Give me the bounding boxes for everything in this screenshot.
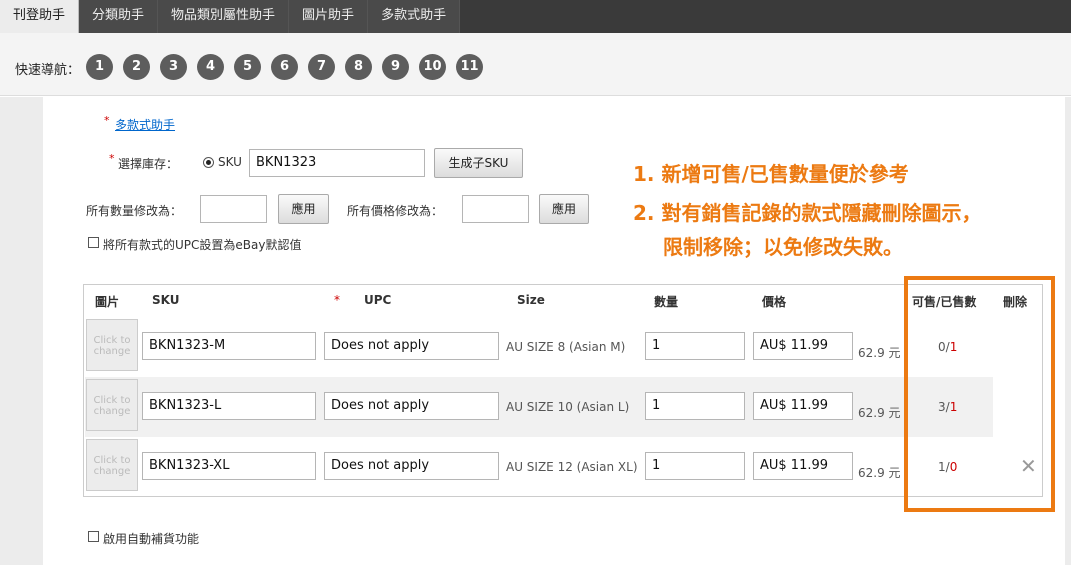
header-size: Size xyxy=(517,293,545,307)
header-image: 圖片 xyxy=(95,295,120,309)
header-sku: SKU xyxy=(152,293,180,307)
variation-upc-input[interactable]: Does not apply xyxy=(324,392,499,420)
auto-restock-checkbox-label: 啟用自動補貨功能 xyxy=(103,532,200,546)
quick-nav-bar: 快速導航： 1 2 3 4 5 6 7 8 9 10 11 xyxy=(0,33,1071,96)
quick-nav-step-1[interactable]: 1 xyxy=(86,54,113,80)
quick-nav-step-2[interactable]: 2 xyxy=(123,54,150,80)
all-quantity-label: 所有數量修改為： xyxy=(86,204,183,218)
auto-restock-checkbox[interactable] xyxy=(88,531,99,542)
quick-nav-step-9[interactable]: 9 xyxy=(382,54,409,80)
upc-default-checkbox[interactable] xyxy=(88,237,99,248)
variation-image-placeholder[interactable]: Click to change xyxy=(86,379,138,431)
tab-item-specifics-assistant[interactable]: 物品類別屬性助手 xyxy=(158,0,290,33)
tab-multi-variation-assistant[interactable]: 多款式助手 xyxy=(368,0,461,33)
variation-sku-input[interactable]: BKN1323-XL xyxy=(142,452,316,480)
sku-radio[interactable] xyxy=(203,157,214,168)
annotation-highlight-box xyxy=(904,276,1055,512)
quick-nav-step-8[interactable]: 8 xyxy=(345,54,372,80)
variation-size: AU SIZE 12 (Asian XL) xyxy=(506,460,638,474)
all-price-label: 所有價格修改為： xyxy=(347,204,444,218)
variation-size: AU SIZE 10 (Asian L) xyxy=(506,400,630,414)
annotation-line-2: 2. 對有銷售記錄的款式隱藏刪除圖示， xyxy=(633,201,982,225)
quick-nav-step-3[interactable]: 3 xyxy=(160,54,187,80)
variation-quantity-input[interactable]: 1 xyxy=(645,392,745,420)
tab-image-assistant[interactable]: 圖片助手 xyxy=(289,0,369,33)
tab-listing-assistant[interactable]: 刊登助手 xyxy=(0,0,80,33)
all-price-input[interactable] xyxy=(462,195,529,223)
sku-radio-label: SKU xyxy=(218,155,242,169)
variation-rmb-price: 62.9 元 xyxy=(858,346,901,360)
select-stock-label: 選擇庫存： xyxy=(118,157,179,171)
variation-quantity-input[interactable]: 1 xyxy=(645,332,745,360)
variation-size: AU SIZE 8 (Asian M) xyxy=(506,340,626,354)
right-gutter xyxy=(1065,97,1071,565)
variation-rmb-price: 62.9 元 xyxy=(858,466,901,480)
annotation-line-1: 1. 新增可售/已售數量便於參考 xyxy=(633,162,909,186)
quick-nav-step-5[interactable]: 5 xyxy=(234,54,261,80)
quick-nav-step-4[interactable]: 4 xyxy=(197,54,224,80)
variation-sku-input[interactable]: BKN1323-M xyxy=(142,332,316,360)
generate-child-sku-button[interactable]: 生成子SKU xyxy=(434,148,523,178)
quick-nav-step-6[interactable]: 6 xyxy=(271,54,298,80)
variation-image-placeholder[interactable]: Click to change xyxy=(86,319,138,371)
header-upc-required-mark: * xyxy=(334,293,340,307)
quick-nav-step-10[interactable]: 10 xyxy=(419,54,446,80)
left-gutter xyxy=(0,97,43,565)
variation-image-placeholder[interactable]: Click to change xyxy=(86,439,138,491)
variation-sku-input[interactable]: BKN1323-L xyxy=(142,392,316,420)
multi-variation-assistant-link[interactable]: 多款式助手 xyxy=(115,116,175,133)
quick-nav-step-11[interactable]: 11 xyxy=(456,54,483,80)
variations-table: 圖片 SKU * UPC Size 數量 價格 可售/已售數 刪除 Click … xyxy=(83,284,1043,497)
variation-price-input[interactable]: AU$ 11.99 xyxy=(753,392,853,420)
header-upc: UPC xyxy=(364,293,392,307)
parent-sku-input[interactable]: BKN1323 xyxy=(249,149,425,177)
upc-default-checkbox-label: 將所有款式的UPC設置為eBay默認值 xyxy=(103,238,302,252)
variation-rmb-price: 62.9 元 xyxy=(858,406,901,420)
quick-nav-step-7[interactable]: 7 xyxy=(308,54,335,80)
apply-quantity-button[interactable]: 應用 xyxy=(278,194,329,224)
required-mark: * xyxy=(104,114,110,127)
header-price: 價格 xyxy=(762,295,787,309)
tab-category-assistant[interactable]: 分類助手 xyxy=(79,0,159,33)
quick-nav-label: 快速導航： xyxy=(15,63,81,78)
variation-price-input[interactable]: AU$ 11.99 xyxy=(753,332,853,360)
all-quantity-input[interactable] xyxy=(200,195,267,223)
variation-price-input[interactable]: AU$ 11.99 xyxy=(753,452,853,480)
top-tab-bar: 刊登助手 分類助手 物品類別屬性助手 圖片助手 多款式助手 xyxy=(0,0,1071,33)
variation-upc-input[interactable]: Does not apply xyxy=(324,452,499,480)
required-mark: * xyxy=(109,152,115,165)
apply-price-button[interactable]: 應用 xyxy=(539,194,589,224)
header-quantity: 數量 xyxy=(654,295,679,309)
variation-upc-input[interactable]: Does not apply xyxy=(324,332,499,360)
annotation-line-3: 限制移除；以免修改失敗。 xyxy=(663,235,903,259)
variation-quantity-input[interactable]: 1 xyxy=(645,452,745,480)
